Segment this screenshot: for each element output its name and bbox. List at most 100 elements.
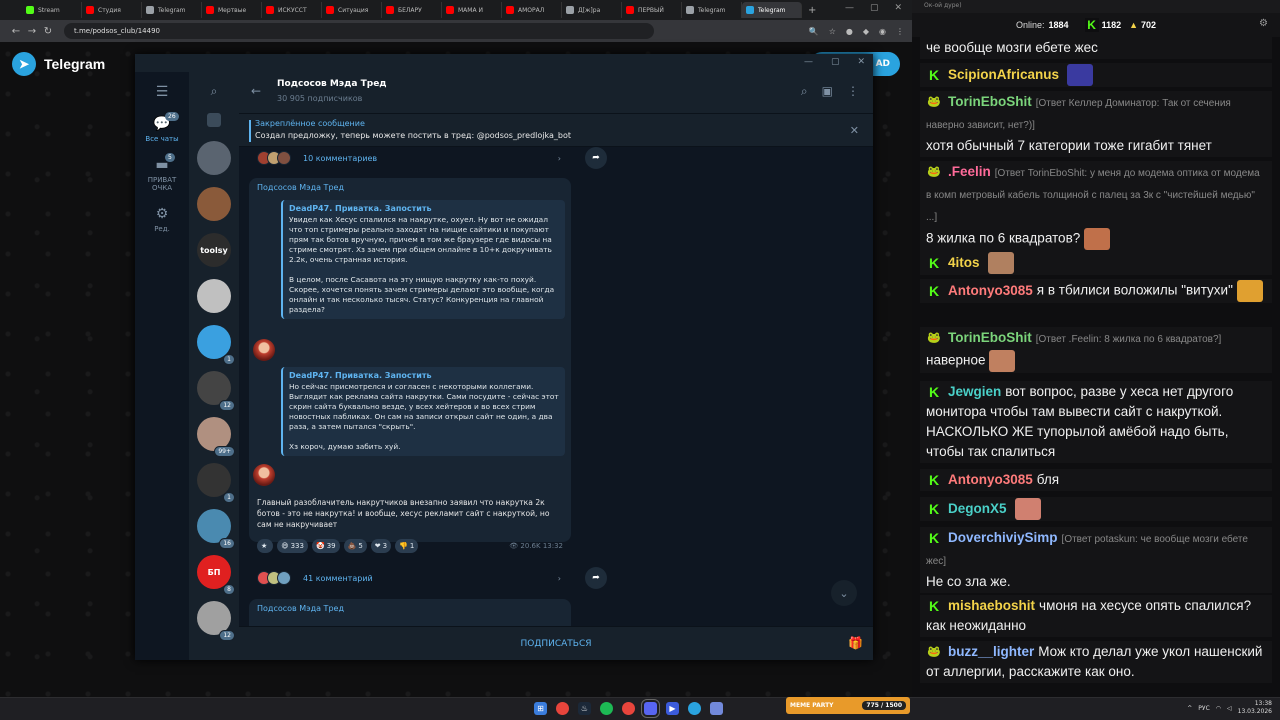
chat-username[interactable]: buzz__lighter: [948, 644, 1034, 659]
folder-chats[interactable]: 💬 26 Все чаты: [135, 112, 189, 143]
gear-icon[interactable]: ⚙: [1259, 18, 1268, 29]
browser-tab[interactable]: Stream: [22, 2, 82, 18]
menu-icon[interactable]: ⋮: [896, 27, 904, 36]
browser-tab[interactable]: Telegram: [142, 2, 202, 18]
close-icon[interactable]: ✕: [857, 57, 865, 67]
start-icon[interactable]: ⊞: [534, 702, 547, 715]
chrome-icon[interactable]: [622, 702, 635, 715]
gift-icon[interactable]: 🎁: [848, 636, 863, 650]
profile-icon[interactable]: ◉: [879, 27, 886, 36]
share-icon[interactable]: ➦: [585, 567, 607, 589]
close-pinned-icon[interactable]: ✕: [850, 124, 859, 137]
minimize-icon[interactable]: —: [804, 57, 813, 67]
chat-username[interactable]: 4itos: [948, 255, 980, 270]
scroll-down-icon[interactable]: ⌄: [831, 580, 857, 606]
tray-arrow-icon[interactable]: ^: [1187, 705, 1192, 712]
volume-icon[interactable]: ◁: [1227, 705, 1232, 712]
search-icon[interactable]: ⌕: [189, 72, 239, 111]
chat-username[interactable]: Jewgien: [948, 384, 1001, 399]
chat-avatar[interactable]: 12: [197, 601, 235, 641]
reaction-button[interactable]: 😄 333: [277, 539, 308, 553]
forwarded-quote[interactable]: DeadP47. Приватка. Запостить Но сейчас п…: [281, 367, 565, 456]
browser-tab[interactable]: ПЕРВЫЙ: [622, 2, 682, 18]
chat-username[interactable]: ScipionAfricanus: [948, 67, 1059, 82]
browser-tab[interactable]: АМОРАЛ: [502, 2, 562, 18]
browser-tab[interactable]: Ситуация: [322, 2, 382, 18]
chat-username[interactable]: TorinEboShit: [948, 330, 1032, 345]
chat-avatar[interactable]: 1: [197, 463, 235, 503]
steam-icon[interactable]: ♨: [578, 702, 591, 715]
browser-tab[interactable]: Telegram: [742, 2, 802, 18]
browser-tab[interactable]: БЕЛАРУ: [382, 2, 442, 18]
chat-username[interactable]: Antonyo3085: [948, 283, 1033, 298]
maximize-icon[interactable]: ▢: [831, 57, 840, 67]
author-avatar[interactable]: [253, 339, 275, 361]
reaction-button[interactable]: 🤡 39: [311, 539, 340, 553]
sidebar-toggle-icon[interactable]: ▣: [822, 84, 833, 99]
extension-icon[interactable]: ●: [846, 27, 853, 36]
more-icon[interactable]: ⋮: [847, 84, 859, 99]
browser-tab[interactable]: Telegram: [682, 2, 742, 18]
chat-avatar[interactable]: 99+: [197, 417, 235, 457]
hamburger-menu-icon[interactable]: ☰: [135, 72, 189, 116]
chat-username[interactable]: TorinEboShit: [948, 94, 1032, 109]
obs-icon[interactable]: [641, 699, 660, 718]
forward-icon[interactable]: →: [24, 26, 40, 37]
puzzle-icon[interactable]: ◆: [863, 27, 869, 36]
back-icon[interactable]: ←: [8, 26, 24, 37]
archive-icon[interactable]: [207, 113, 221, 127]
chat-avatar[interactable]: [197, 141, 231, 175]
comments-link[interactable]: 41 комментарий ›: [249, 567, 571, 589]
chat-title[interactable]: Подсосов Мэда Тред: [277, 79, 387, 89]
share-icon[interactable]: ➦: [585, 147, 607, 169]
language-indicator[interactable]: РУС: [1198, 705, 1209, 712]
pinned-message[interactable]: Закреплённое сообщение Создал предложку,…: [239, 114, 873, 147]
wifi-icon[interactable]: ◠: [1216, 705, 1221, 712]
close-icon[interactable]: ✕: [894, 3, 902, 13]
author-avatar[interactable]: [253, 464, 275, 486]
new-tab-icon[interactable]: +: [808, 5, 816, 16]
minimize-icon[interactable]: —: [845, 3, 854, 13]
reaction-button[interactable]: ★: [257, 539, 274, 553]
subscribe-button[interactable]: ПОДПИСАТЬСЯ 🎁: [239, 626, 873, 660]
url-input[interactable]: t.me/podsos_club/14490: [64, 23, 654, 39]
reaction-button[interactable]: 👎 1: [395, 539, 419, 553]
chrome-icon[interactable]: [556, 702, 569, 715]
post-author[interactable]: Подсосов Мэда Тред: [257, 604, 344, 613]
browser-tab[interactable]: Мертвые: [202, 2, 262, 18]
media-icon[interactable]: ▶: [666, 702, 679, 715]
search-icon[interactable]: ⌕: [801, 84, 808, 99]
folder-edit[interactable]: ⚙ Ред.: [135, 206, 189, 233]
chat-avatar[interactable]: [197, 279, 231, 313]
reaction-button[interactable]: 💩 5: [343, 539, 367, 553]
clock[interactable]: 13:38 13.03.2026: [1238, 700, 1272, 716]
back-arrow-icon[interactable]: ←: [251, 84, 261, 98]
browser-tab[interactable]: ИСКУССТ: [262, 2, 322, 18]
forwarded-quote[interactable]: DeadP47. Приватка. Запостить Увидел как …: [281, 200, 565, 319]
chat-avatar[interactable]: БП 8: [197, 555, 235, 595]
chat-username[interactable]: Antonyo3085: [948, 472, 1033, 487]
chat-avatar[interactable]: [197, 187, 231, 221]
folder-folder[interactable]: ▬ 5 ПРИВАТ ОЧКА: [135, 153, 189, 192]
comments-link[interactable]: 10 комментариев ›: [249, 147, 571, 169]
chat-avatar[interactable]: toolsy: [197, 233, 231, 267]
telegram-logo[interactable]: ➤ Telegram: [12, 52, 105, 76]
zoom-icon[interactable]: 🔍: [809, 27, 819, 36]
browser-tab[interactable]: Студия: [82, 2, 142, 18]
chat-username[interactable]: DegonX5: [948, 501, 1007, 516]
chat-avatar[interactable]: 1: [197, 325, 235, 365]
spotify-icon[interactable]: [600, 702, 613, 715]
chat-username[interactable]: mishaeboshit: [948, 598, 1035, 613]
chat-avatar[interactable]: 16: [197, 509, 235, 549]
telegram-icon[interactable]: [688, 702, 701, 715]
chat-avatar[interactable]: 12: [197, 371, 235, 411]
meme-party-widget[interactable]: MEME PARTY 775 / 1500: [786, 697, 910, 714]
browser-tab[interactable]: Д[ж]ра: [562, 2, 622, 18]
reaction-button[interactable]: ❤ 3: [370, 539, 392, 553]
reload-icon[interactable]: ↻: [40, 26, 56, 37]
star-icon[interactable]: ☆: [829, 27, 836, 36]
chat-username[interactable]: .Feelin: [948, 164, 991, 179]
maximize-icon[interactable]: ▢: [870, 3, 879, 13]
post-author[interactable]: Подсосов Мэда Тред: [257, 183, 344, 192]
browser-tab[interactable]: МАМА И: [442, 2, 502, 18]
